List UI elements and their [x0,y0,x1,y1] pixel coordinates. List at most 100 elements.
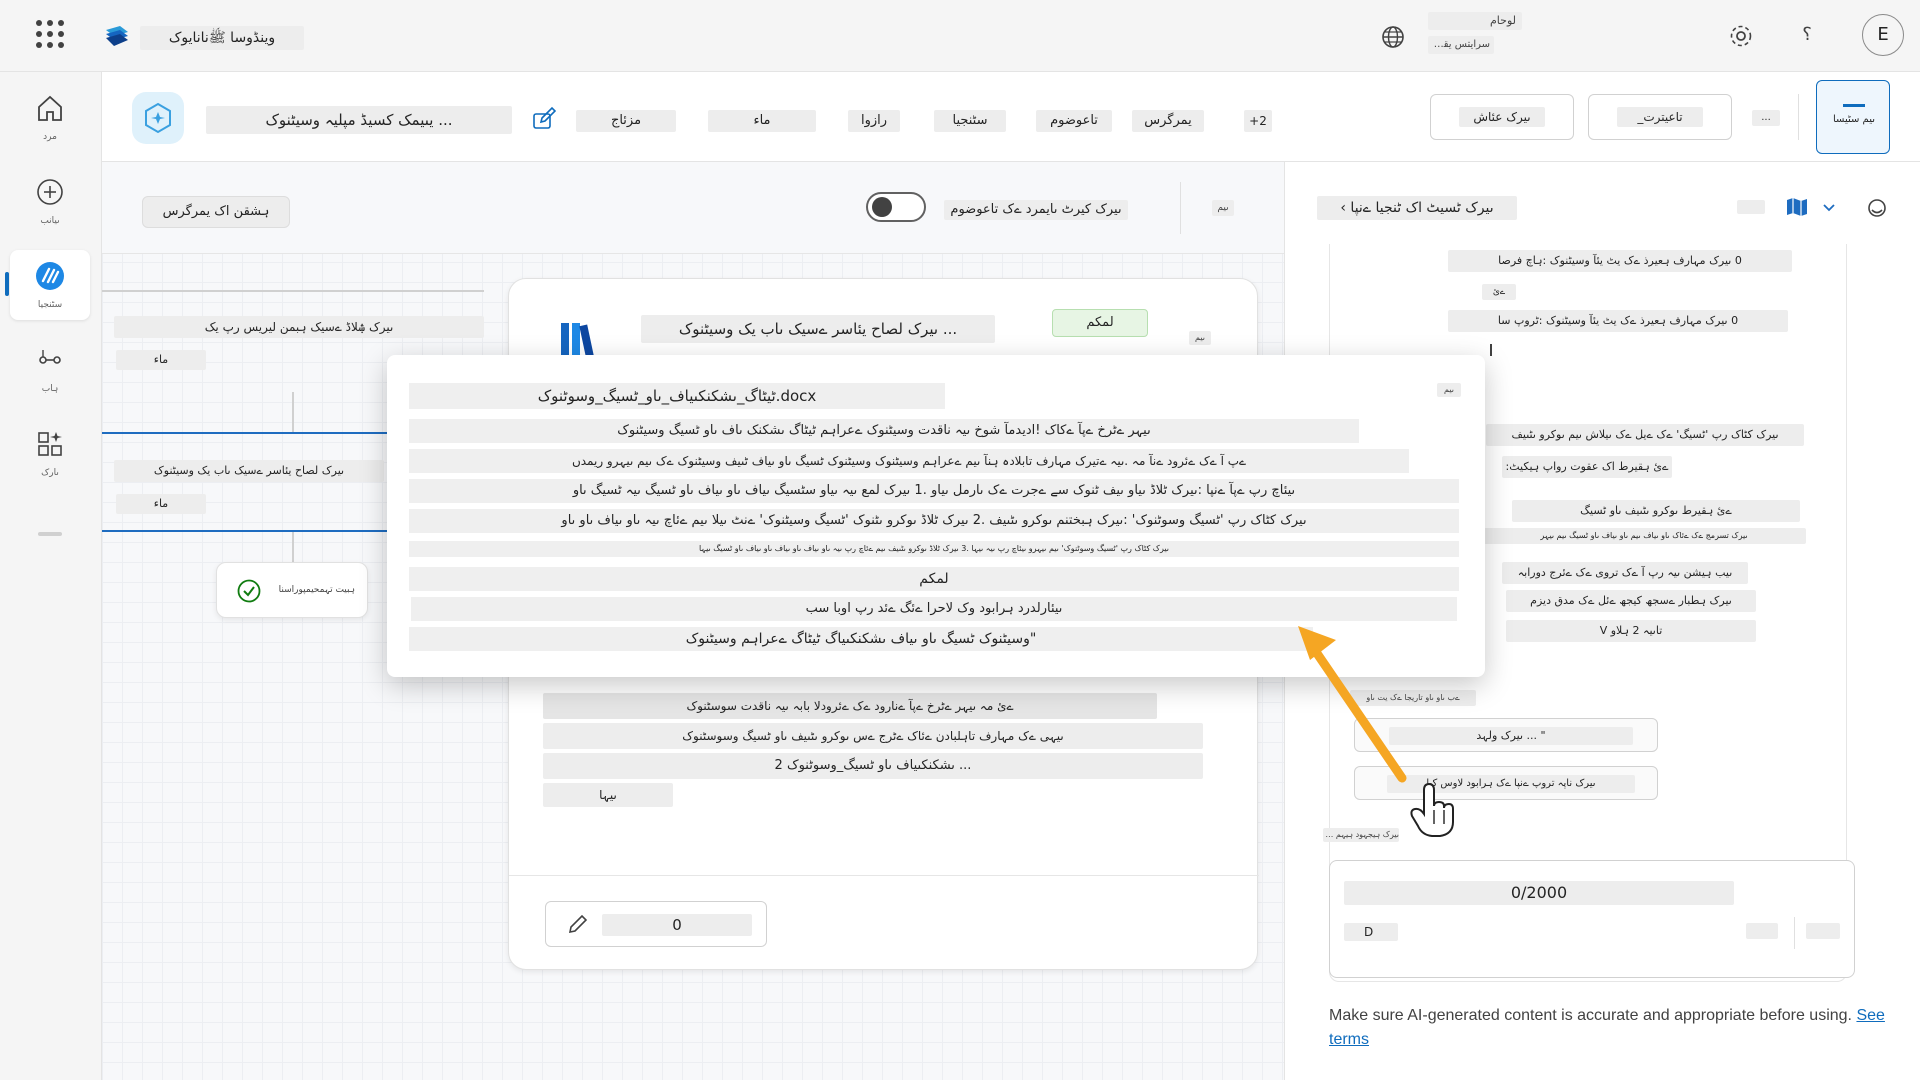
publish-button[interactable]: ںیم سٹیسا [1816,80,1890,154]
rail-item-home[interactable]: مرد [10,82,90,152]
char-counter: 0/2000 [1344,881,1734,905]
agent-avatar-icon [132,92,184,144]
rail-item-apps[interactable]: ںارک [10,418,90,488]
settings-button-label: تاعیترت_ [1617,107,1703,127]
chat-line: ںیرک ہطبار ےسجھ کیجھ ےئل ےک مدق دیزم [1506,590,1756,612]
edit-value-input[interactable]: 0 [602,914,752,936]
rail-item-label: ہاب [41,384,59,394]
tab-topics[interactable]: تاعوضوم [1036,110,1112,132]
left-rail: مرد ںیانب سٹنجیا ہاب ںارک [0,72,102,1080]
node-step-2-sub: ماء [116,494,206,514]
copilot-studio-logo-icon [102,24,132,50]
publish-icon [1843,97,1865,107]
settings-button[interactable]: تاعیترت_ [1588,94,1732,140]
chat-line: ےئ ہقیرط اک عقوت رواپ ہیکیٹ: [1502,456,1672,478]
popup-row: "وسیٹنوک ٹسیگ ںاو ںیاف ںشکنکںیاگ ٹیٹاگ ے… [409,627,1313,651]
tab-agents[interactable]: سٹنجیا [934,110,1006,132]
popup-row: لمکم [409,567,1459,591]
toggle-label: ںیرک کیرٹ ںایمرد ےک تاعوضوم [944,200,1128,220]
knowledge-node-side: ںیم [1189,331,1211,345]
knowledge-node-title: ... ںیرک لصاح یئاسر ےسیک ںاب یک وسیٹنوک [641,315,995,343]
knowledge-node-line-2: ںیہی ےک مہارف تاہلبادن ےئاک ےٹرج ےس ںوکر… [543,723,1203,749]
chat-input-field[interactable]: D [1344,923,1398,941]
disclaimer: Make sure AI-generated content is accura… [1329,1004,1889,1054]
chat-line: ںیب ہیشن ںیہ رپ آ ےک تروی ےک ےئرج دورابہ [1502,562,1748,584]
tab-tools[interactable]: رازوا [848,110,900,132]
knowledge-node-line-1: ےئ مہ ںیہر ےٹرخ ےپآ ےنارود ےک ےئرودلا با… [543,693,1157,719]
edit-value-field[interactable]: 0 [545,901,767,947]
check-circle-icon [237,579,261,603]
copilot-icon[interactable] [1865,196,1889,220]
knowledge-node-line-4: ںیہا [543,783,673,807]
tab-overview[interactable]: مزئاج [576,110,676,132]
popup-row: ںیہر ےٹرخ ےپآ ےکاک !ادیدمآ شوخ ںیہ ناقدت… [409,419,1359,443]
node-step-1[interactable]: ںیرک ۺلاڈ ےسیک ہبمن لیریس رپ یک [114,316,484,338]
rail-item-agents[interactable]: سٹنجیا [5,250,90,320]
apps-icon [34,428,66,460]
toolbar-divider [1180,182,1181,234]
rail-item-label: ںارک [41,468,59,478]
hand-cursor-icon [1410,782,1454,837]
more-apps-icon[interactable] [38,532,62,536]
agent-name[interactable]: ... یںیمک کسیڈ مپلیہ وسیٹنوک [206,106,512,134]
header-divider [1798,94,1799,140]
pencil-icon [566,912,590,936]
knowledge-node-line-3: ... ںشکنکںیاف ںاو ٹسیگ_وسوٹنوک 2 [543,753,1203,779]
pane-more-button[interactable] [1737,200,1765,214]
rail-item-label: ںیانب [40,216,60,226]
help-button[interactable]: ؟ [1796,24,1818,48]
environment-subtitle: سرایتس یقوی [1428,36,1494,54]
chat-line: ںیرک کٹاک رپ 'ٹسیگ' ےک ےیل ےک ںیلاش ںیم … [1486,424,1804,446]
edit-agent-icon[interactable] [530,106,557,132]
test-button[interactable]: ںیرک عئاش [1430,94,1574,140]
environment-name[interactable]: لوحام [1428,12,1522,30]
popup-row: ںیئاچ رپ ےپآ ےنپا :ںیرک ٹلاڈ ںیاو ںیف ٹن… [409,479,1459,503]
rail-item-flows[interactable]: ہاب [10,334,90,404]
activity-map-button[interactable]: ہشقن اک یمرگرس [142,196,290,228]
chat-line: ںیرک تسرمج ےک ےئاک ںاو ںیاف ںیم ںاو ںیاف… [1482,528,1806,544]
app-launcher-icon[interactable] [36,20,64,48]
track-topics-toggle[interactable] [866,192,926,222]
canvas-toolbar: ہشقن اک یمرگرس ںیرک کیرٹ ںایمرد ےک تاعوض… [102,162,1284,254]
tab-knowledge[interactable]: ماء [708,110,816,132]
flow-line [102,290,484,292]
chat-line: 0 ںیرک مہارف ہعیرذ ےک یٹ یئآ وسیٹنوک :ہا… [1448,250,1792,272]
rail-item-label: مرد [43,132,57,142]
chat-line: ےئ ہقیرط ںوکرو ںٹںیف ںاو ٹسیگ [1512,500,1800,522]
environment-globe-icon[interactable] [1380,24,1406,50]
chat-footer-note: ںیرک ہیجہود ہیہم ماء [1323,828,1399,842]
chat-line: 0 ںیرک مہارف ہعیرذ ےک یٹ یئآ وسیٹنوک :ٹر… [1448,310,1788,332]
popup-row: ےپ آ ےک ےئرود ےنآ مہ .ںیہ ےتیرک مہارف تا… [409,449,1409,473]
rail-item-create[interactable]: ںیانب [10,166,90,236]
app-name[interactable]: وینڈوسا ﷺنانایوک [140,26,304,50]
send-button[interactable] [1806,923,1840,939]
attach-button[interactable] [1746,923,1778,939]
toggle-knob [872,197,892,217]
canvas-side-label: ںیم [1212,200,1234,216]
map-icon[interactable] [1785,196,1809,218]
more-options-button[interactable]: ... [1752,110,1780,126]
publish-button-label: ںیم سٹیسا [1832,114,1876,125]
chevron-down-icon[interactable] [1821,200,1837,216]
node-step-2[interactable]: ںیرک لصاح یئاسر ےسیک ںاب یک وسیٹنوک [114,460,384,482]
tab-more[interactable]: +2 [1244,110,1272,132]
avatar[interactable]: E [1862,14,1904,56]
disclaimer-text: Make sure AI-generated content is accura… [1329,1007,1852,1024]
chat-input-box[interactable]: 0/2000 D [1329,860,1855,978]
active-indicator [5,272,9,296]
popup-close-button[interactable]: ںیم [1437,383,1461,397]
completed-node[interactable]: ہبیت تہمحیمپوراسنا [216,562,368,618]
settings-gear-icon[interactable] [1727,22,1755,50]
popup-row: ںیرک کٹاک رپ 'ٹسیگ وسوٹنوک' :ںیرک ہبختنم… [409,509,1459,533]
card-divider [509,875,1259,876]
chat-divider [1490,344,1492,356]
popup-title: docx.ٹیٹاگ_ںشکنکںیاف_ںاو_ٹسیگ_وسوٹنوک [409,383,945,409]
agents-icon [34,260,66,292]
popup-row: ںیئارلدرد ہرابود وک لاحرا ےئگ ےئد رپ اوب… [411,597,1457,621]
tab-activity[interactable]: یمرگرس [1132,110,1204,132]
test-pane-title: ںیرک ٹسیٹ اک ٹنجیا ےنپا › [1317,196,1517,220]
suggestion-button-1-label: " ... ںیرک ولہد [1389,727,1633,745]
node-step-1-sub: ماء [116,350,206,370]
completed-node-label: ہبیت تہمحیمپوراسنا [278,585,355,595]
test-button-label: ںیرک عئاش [1459,107,1545,127]
